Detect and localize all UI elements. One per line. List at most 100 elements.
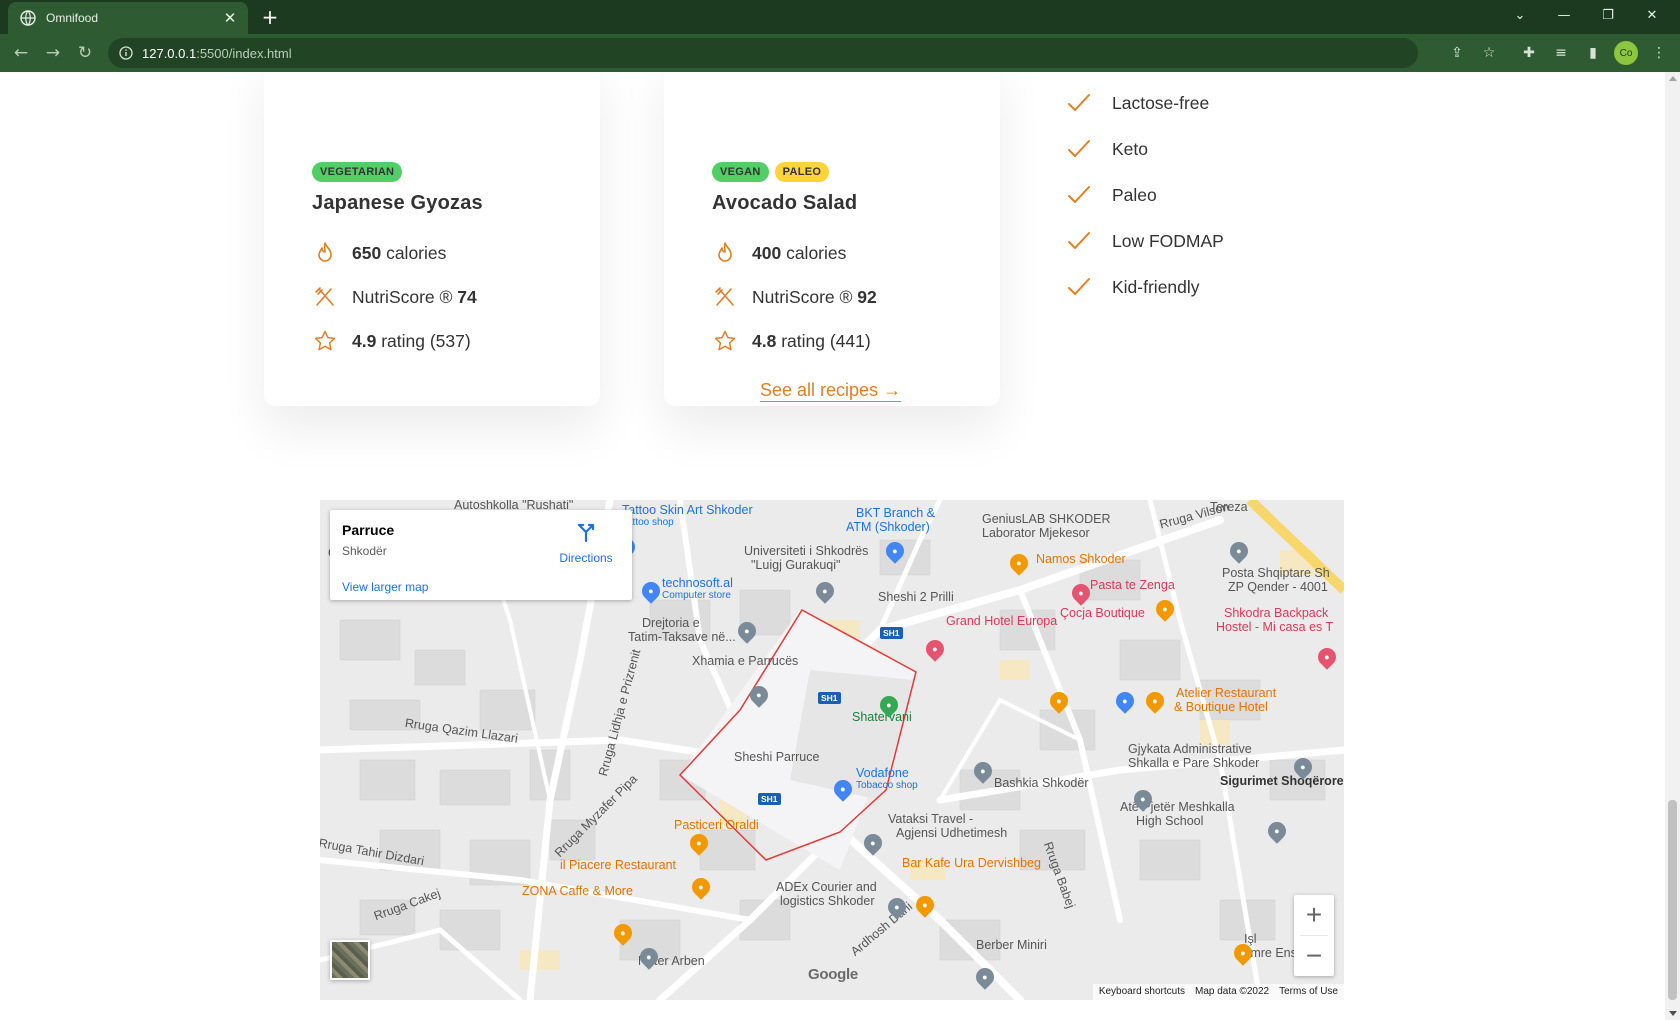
menu-icon[interactable]: ⋮ bbox=[1648, 42, 1670, 64]
satellite-toggle[interactable] bbox=[330, 940, 370, 980]
view-larger-map-link[interactable]: View larger map bbox=[342, 580, 428, 594]
checkmark-icon bbox=[1066, 182, 1092, 208]
map-label: Posta Shqiptare Sh bbox=[1222, 566, 1330, 580]
site-info-icon[interactable] bbox=[118, 45, 134, 61]
road-shield: SH1 bbox=[818, 692, 841, 704]
meal-attribute-calories: 400 calories bbox=[712, 240, 846, 266]
map-label: Universiteti i Shkodrës bbox=[744, 544, 869, 558]
map-label: Namos Shkoder bbox=[1036, 552, 1126, 566]
globe-icon bbox=[20, 10, 36, 26]
directions-button[interactable]: Directions bbox=[556, 522, 616, 565]
map-label: Tatim-Taksave në... bbox=[628, 630, 736, 644]
browser-toolbar: ← → ↻ 127.0.0.1:5500/index.html ⇪ ☆ ✚ ≡ … bbox=[0, 34, 1680, 72]
place-city: Shkodër bbox=[342, 544, 387, 558]
keyboard-shortcuts-link[interactable]: Keyboard shortcuts bbox=[1099, 986, 1185, 998]
zoom-in-button[interactable]: + bbox=[1294, 895, 1334, 935]
meal-attribute-rating: 4.8 rating (441) bbox=[712, 328, 871, 354]
map-label: ATM (Shkoder) bbox=[846, 520, 930, 534]
scroll-down-icon[interactable] bbox=[1669, 1011, 1677, 1016]
tab-search-icon[interactable]: ⌄ bbox=[1498, 0, 1542, 30]
browser-tab[interactable]: Omnifood ✕ bbox=[8, 2, 248, 34]
restore-button[interactable]: ❐ bbox=[1586, 0, 1630, 30]
media-icon[interactable]: ≡ bbox=[1550, 42, 1572, 64]
see-all-recipes-link[interactable]: See all recipes → bbox=[760, 380, 901, 401]
back-icon[interactable]: ← bbox=[10, 42, 32, 64]
page-viewport: VEGETARIAN Japanese Gyozas 650 calories … bbox=[0, 72, 1665, 1020]
tag-badge: PALEO bbox=[774, 162, 830, 182]
directions-icon bbox=[577, 523, 595, 543]
list-item: Kid-friendly bbox=[1066, 264, 1224, 310]
terms-of-use-link[interactable]: Terms of Use bbox=[1279, 986, 1338, 998]
meal-attribute-rating: 4.9 rating (537) bbox=[312, 328, 471, 354]
meal-tags: VEGAN PALEO bbox=[712, 162, 830, 182]
close-window-button[interactable]: ✕ bbox=[1630, 0, 1674, 30]
map-label: Agjensi Udhetimesh bbox=[896, 826, 1008, 840]
meal-attribute-nutriscore: NutriScore ® 92 bbox=[712, 284, 877, 310]
list-item: Paleo bbox=[1066, 172, 1224, 218]
diet-list: Lactose-free Keto Paleo Low FODMAP Kid-f… bbox=[1066, 80, 1224, 310]
url-text: 127.0.0.1:5500/index.html bbox=[142, 45, 292, 61]
list-item: Low FODMAP bbox=[1066, 218, 1224, 264]
zoom-out-button[interactable]: − bbox=[1294, 936, 1334, 976]
map-label: Vataksi Travel - bbox=[888, 812, 974, 826]
meal-tags: VEGETARIAN bbox=[312, 162, 403, 182]
tab-title: Omnifood bbox=[46, 11, 99, 25]
place-name: Parruce bbox=[342, 522, 395, 538]
map-data-text: Map data ©2022 bbox=[1195, 986, 1270, 997]
meal-title: Avocado Salad bbox=[712, 192, 858, 214]
address-bar[interactable]: 127.0.0.1:5500/index.html bbox=[108, 38, 1418, 68]
place-info-card: Parruce Shkodër View larger map Directio… bbox=[330, 510, 632, 600]
map-label: Grand Hotel Europa bbox=[946, 614, 1058, 628]
map-label: Shatervani bbox=[852, 710, 912, 724]
map-attribution: Keyboard shortcuts Map data ©2022 Terms … bbox=[1092, 984, 1344, 1000]
map-label: "Luigj Gurakuqi" bbox=[751, 558, 841, 572]
bookmark-star-icon[interactable]: ☆ bbox=[1478, 42, 1500, 64]
map-label: Gjykata Administrative bbox=[1128, 742, 1252, 756]
share-icon[interactable]: ⇪ bbox=[1446, 42, 1468, 64]
directions-label: Directions bbox=[559, 551, 613, 565]
map-label: Atelier Restaurant bbox=[1176, 686, 1277, 700]
map-label: Hostel - Mi casa es T bbox=[1216, 620, 1334, 634]
profile-avatar[interactable]: Co bbox=[1614, 41, 1638, 65]
list-item: Keto bbox=[1066, 126, 1224, 172]
map-label: GeniusLAB SHKODER bbox=[982, 512, 1111, 526]
close-tab-icon[interactable]: ✕ bbox=[218, 9, 242, 27]
map-label: BKT Branch & bbox=[856, 506, 935, 520]
checkmark-icon bbox=[1066, 228, 1092, 254]
map-label: ZP Qender - 4001 bbox=[1228, 580, 1328, 594]
minimize-button[interactable]: — bbox=[1542, 0, 1586, 30]
reload-icon[interactable]: ↻ bbox=[74, 42, 96, 64]
map-label: Sheshi 2 Prilli bbox=[878, 590, 954, 604]
map-label: High School bbox=[1136, 814, 1204, 828]
map-label: Shkodra Backpack bbox=[1224, 606, 1329, 620]
forward-icon[interactable]: → bbox=[42, 42, 64, 64]
road-shield: SH1 bbox=[880, 627, 903, 639]
utensils-icon bbox=[312, 284, 338, 310]
map-label: Çocja Boutique bbox=[1060, 606, 1145, 620]
page-scrollbar[interactable] bbox=[1665, 72, 1680, 1020]
map-label: Drejtoria e bbox=[642, 616, 700, 630]
meal-attribute-calories: 650 calories bbox=[312, 240, 446, 266]
extensions-icon[interactable]: ✚ bbox=[1518, 42, 1540, 64]
map-label: Bar Kafe Ura Dervishbeg bbox=[902, 856, 1041, 870]
map-label: Tattoo Skin Art Shkoder Tattoo shop bbox=[622, 503, 753, 528]
map-label: ZONA Caffe & More bbox=[522, 884, 633, 898]
flame-icon bbox=[712, 240, 738, 266]
map-label: Pasticeri Oraldi bbox=[674, 818, 759, 832]
side-panel-icon[interactable]: ▮ bbox=[1582, 42, 1604, 64]
scroll-up-icon[interactable] bbox=[1669, 76, 1677, 81]
flame-icon bbox=[312, 240, 338, 266]
map-label: Pasta te Zenga bbox=[1090, 578, 1175, 592]
new-tab-button[interactable]: + bbox=[258, 5, 282, 29]
utensils-icon bbox=[712, 284, 738, 310]
map-label: Bashkia Shkodër bbox=[994, 776, 1089, 790]
embedded-map[interactable]: Tattoo Skin Art Shkoder Tattoo shop BKT Br… bbox=[320, 500, 1344, 1000]
map-label: Sigurimet Shoqërore bbox=[1220, 774, 1344, 788]
road-shield: SH1 bbox=[758, 793, 781, 805]
scrollbar-thumb[interactable] bbox=[1668, 800, 1677, 1000]
map-label: Vodafone Tobacco shop bbox=[856, 766, 918, 791]
meal-attribute-nutriscore: NutriScore ® 74 bbox=[312, 284, 477, 310]
tag-badge: VEGAN bbox=[712, 162, 769, 182]
checkmark-icon bbox=[1066, 136, 1092, 162]
map-label: Xhamia e Parrucës bbox=[692, 654, 799, 668]
